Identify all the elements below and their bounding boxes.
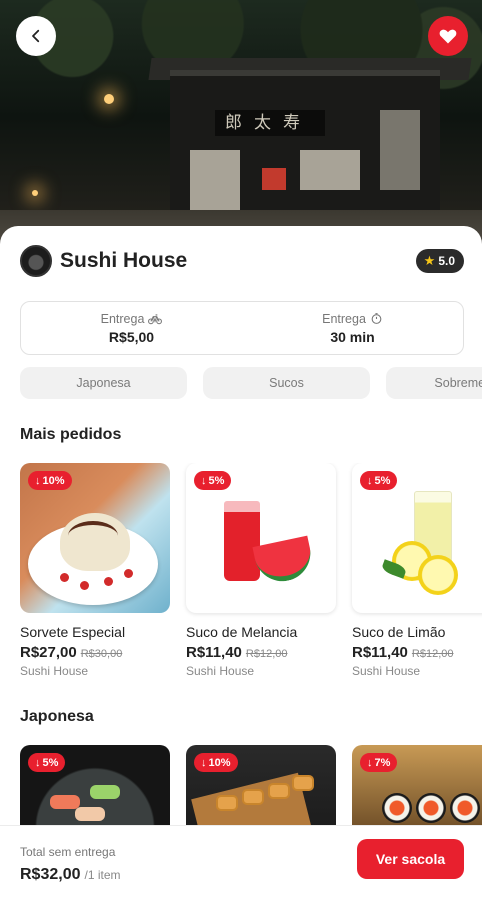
delivery-fee-label: Entrega	[100, 311, 145, 326]
product-image: ↓ 5%	[352, 463, 482, 613]
product-card[interactable]: ↓ 5% Suco de Limão R$11,40 R$12,00 Sushi H…	[352, 463, 482, 678]
discount-badge: ↓ 5%	[194, 471, 232, 490]
product-card[interactable]: ↓ 5%	[20, 745, 170, 825]
category-chip[interactable]: Japonesa	[20, 367, 187, 399]
restaurant-sign: 郎太寿	[215, 110, 325, 136]
stopwatch-icon	[371, 313, 382, 324]
arrow-down-icon: ↓	[367, 756, 373, 769]
window	[190, 150, 240, 210]
product-image: ↓ 5%	[186, 463, 336, 613]
rating-value: 5.0	[438, 254, 455, 268]
chevron-left-icon	[32, 29, 40, 43]
discount-badge: ↓ 10%	[194, 753, 238, 772]
discount-badge: ↓ 5%	[28, 753, 66, 772]
arrow-down-icon: ↓	[201, 474, 207, 487]
product-image: ↓ 7%	[352, 745, 482, 825]
store-header: Sushi House ★ 5.0	[20, 244, 464, 278]
product-card[interactable]: ↓ 5% Suco de Melancia R$11,40 R$12,00 Sush…	[186, 463, 336, 678]
product-card[interactable]: ↓ 10%	[186, 745, 336, 825]
delivery-fee: Entrega R$5,00	[21, 302, 242, 354]
red-box	[262, 168, 286, 190]
cart-bar: Total sem entrega R$32,00 /1 item Ver sa…	[0, 825, 482, 904]
total-value: R$32,00	[20, 866, 81, 883]
back-button[interactable]	[16, 16, 56, 56]
bicycle-icon	[148, 313, 163, 324]
view-cart-button[interactable]: Ver sacola	[357, 839, 464, 879]
product-price: R$11,40	[352, 644, 408, 661]
product-name: Suco de Melancia	[186, 624, 298, 640]
section-title-popular: Mais pedidos	[20, 426, 122, 443]
window	[380, 110, 420, 190]
japanese-carousel: ↓ 5% ↓ 10% ↓ 7%	[20, 745, 482, 825]
heart-icon	[439, 29, 457, 44]
product-name: Suco de Limão	[352, 624, 446, 640]
delivery-info: Entrega R$5,00 Entrega 30 min	[20, 301, 464, 355]
arrow-down-icon: ↓	[35, 474, 41, 487]
lamp-light	[104, 94, 114, 104]
product-image: ↓ 10%	[186, 745, 336, 825]
arrow-down-icon: ↓	[367, 474, 373, 487]
product-name: Sorvete Especial	[20, 624, 126, 640]
product-store: Sushi House	[20, 664, 89, 678]
product-card[interactable]: ↓ 7%	[352, 745, 482, 825]
window	[300, 150, 360, 190]
store-name: Sushi House	[60, 249, 188, 272]
product-old-price: R$12,00	[245, 648, 288, 660]
delivery-time: Entrega 30 min	[242, 302, 463, 354]
favorite-button[interactable]	[428, 16, 468, 56]
star-icon: ★	[423, 253, 436, 268]
delivery-fee-value: R$5,00	[108, 328, 155, 345]
delivery-time-label: Entrega	[322, 311, 366, 326]
delivery-time-value: 30 min	[330, 328, 375, 345]
category-chip[interactable]: Sobremesas	[386, 367, 482, 399]
store-sheet: Sushi House ★ 5.0 Entrega R$5,00 Entrega	[0, 226, 482, 904]
product-price: R$11,40	[186, 644, 242, 661]
discount-badge: ↓ 5%	[360, 471, 398, 490]
arrow-down-icon: ↓	[35, 756, 41, 769]
discount-badge: ↓ 10%	[28, 471, 72, 490]
discount-badge: ↓ 7%	[360, 753, 398, 772]
hero-image: 郎太寿	[0, 0, 482, 260]
product-image: ↓ 10%	[20, 463, 170, 613]
product-store: Sushi House	[186, 664, 255, 678]
product-old-price: R$12,00	[411, 648, 454, 660]
store-avatar	[20, 245, 52, 277]
category-chips: Japonesa Sucos Sobremesas	[20, 367, 482, 399]
section-title-japanese: Japonesa	[20, 708, 94, 725]
arrow-down-icon: ↓	[201, 756, 207, 769]
product-store: Sushi House	[352, 664, 421, 678]
category-chip[interactable]: Sucos	[203, 367, 370, 399]
product-card[interactable]: ↓ 10% Sorvete Especial R$27,00 R$30,00 Sus…	[20, 463, 170, 678]
lamp-light	[32, 190, 38, 196]
total-row: R$32,00 /1 item	[20, 866, 121, 884]
product-old-price: R$30,00	[80, 648, 123, 660]
product-price: R$27,00	[20, 644, 77, 661]
popular-carousel: ↓ 10% Sorvete Especial R$27,00 R$30,00 Sus…	[20, 463, 482, 683]
product-image: ↓ 5%	[20, 745, 170, 825]
items-count: /1 item	[84, 868, 121, 882]
rating-badge: ★ 5.0	[415, 249, 464, 273]
total-label: Total sem entrega	[20, 845, 116, 859]
